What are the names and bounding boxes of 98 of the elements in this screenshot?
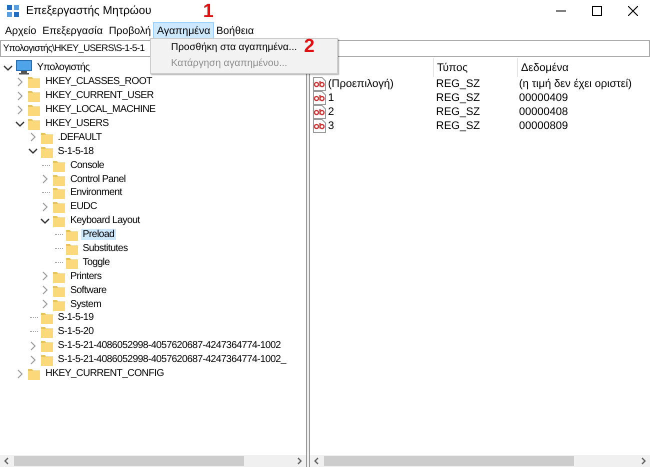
tree-item[interactable]: System [68, 298, 104, 310]
tree-item[interactable]: Software [68, 284, 108, 296]
tree-item[interactable]: Printers [68, 270, 104, 282]
folder-icon [40, 130, 53, 144]
folder-icon [53, 284, 66, 297]
table-cell-text: REG_SZ [435, 92, 482, 104]
expand-chevron-icon[interactable] [40, 174, 50, 184]
folder-icon [66, 256, 78, 269]
expand-chevron-icon[interactable] [15, 104, 26, 115]
window-title: Επεξεργαστής Μητρώου [26, 4, 152, 16]
menu-item[interactable]: Βοήθεια [213, 22, 257, 38]
expand-chevron-icon[interactable] [28, 340, 38, 351]
folder-icon [53, 298, 66, 311]
expand-chevron-icon[interactable] [40, 271, 50, 282]
tree-item[interactable]: HKEY_CURRENT_CONFIG [43, 368, 166, 380]
collapse-chevron-icon[interactable] [3, 62, 13, 73]
string-value-icon [313, 119, 326, 133]
string-value-icon [313, 91, 326, 105]
folder-icon [53, 270, 66, 283]
tree-item[interactable]: S-1-5-19 [56, 312, 96, 324]
folder-icon [28, 103, 40, 116]
annotation-number: 2 [304, 38, 315, 55]
tree-item[interactable]: S-1-5-18 [56, 146, 96, 157]
expand-chevron-icon[interactable] [40, 299, 50, 310]
table-cell: 3 [328, 120, 334, 132]
tree-item[interactable]: Υπολογιστής [35, 62, 92, 74]
folder-icon [53, 158, 66, 172]
tree-item[interactable]: S-1-5-21-4086052998-4057620687-4247364774-1002 [56, 340, 283, 352]
string-value-icon [313, 105, 326, 119]
scroll-right-icon[interactable] [295, 457, 303, 465]
close-icon[interactable] [628, 6, 638, 16]
tree-item[interactable]: Environment [68, 187, 124, 198]
expand-chevron-icon[interactable] [40, 285, 50, 296]
registry-icon [6, 4, 20, 18]
menu-item[interactable]: Αρχείο [2, 22, 40, 38]
menu-item[interactable]: Αγαπημένα [154, 22, 214, 38]
menu-item[interactable]: Επεξεργασία [39, 22, 106, 38]
annotation-number: 1 [203, 3, 214, 20]
tree-item[interactable]: Console [68, 160, 106, 171]
table-cell-text: 00000409 [518, 92, 569, 104]
tree-item[interactable]: S-1-5-20 [56, 326, 96, 338]
tree-item[interactable]: Control Panel [68, 174, 128, 185]
collapse-chevron-icon[interactable] [28, 146, 38, 156]
folder-icon [40, 311, 53, 324]
folder-icon [40, 339, 53, 352]
table-cell: 1 [328, 92, 334, 104]
tree-item[interactable]: Toggle [80, 256, 112, 268]
table-cell-text: (η τιμή δεν έχει οριστεί) [518, 78, 633, 90]
folder-icon [53, 172, 66, 186]
column-header[interactable]: Δεδομένα [517, 58, 650, 77]
tree-item[interactable]: EUDC [68, 201, 99, 212]
scroll-right-icon[interactable] [639, 457, 647, 465]
folder-icon [28, 117, 40, 130]
folder-icon [66, 228, 78, 242]
table-cell-text: REG_SZ [435, 120, 482, 132]
horizontal-scrollbar[interactable] [310, 455, 650, 467]
folder-icon [28, 367, 40, 380]
folder-icon [53, 200, 66, 214]
table-cell: (Προεπιλογή) [328, 78, 394, 90]
horizontal-scrollbar[interactable] [0, 455, 306, 467]
folder-icon [40, 144, 53, 158]
scroll-left-icon[interactable] [3, 457, 11, 465]
menu-item[interactable]: Προσθήκη στα αγαπημένα... [151, 40, 300, 56]
string-value-icon [313, 77, 326, 91]
table-cell-text: 00000809 [518, 120, 569, 132]
column-header[interactable]: Τύπος [433, 58, 517, 77]
table-cell-text: REG_SZ [435, 78, 482, 90]
expand-chevron-icon[interactable] [15, 90, 26, 101]
folder-icon [53, 214, 66, 228]
maximize-icon[interactable] [592, 6, 602, 16]
table-cell: 2 [328, 106, 334, 118]
tree-item[interactable]: HKEY_CLASSES_ROOT [43, 76, 154, 88]
tree-item[interactable]: Keyboard Layout [68, 215, 142, 226]
collapse-chevron-icon[interactable] [15, 118, 26, 128]
collapse-chevron-icon[interactable] [40, 216, 50, 226]
tree-item[interactable]: HKEY_CURRENT_USER [43, 90, 156, 102]
expand-chevron-icon[interactable] [28, 354, 38, 365]
expand-chevron-icon[interactable] [15, 368, 26, 379]
tree-item[interactable]: S-1-5-21-4086052998-4057620687-4247364774-1002_ [56, 354, 288, 366]
folder-icon [28, 75, 40, 88]
expand-chevron-icon[interactable] [40, 202, 50, 212]
scroll-left-icon[interactable] [313, 457, 321, 465]
menu-item[interactable]: Προβολή [106, 22, 154, 38]
tree-item[interactable]: Substitutes [80, 243, 130, 254]
folder-icon [40, 353, 53, 366]
expand-chevron-icon[interactable] [15, 76, 26, 87]
expand-chevron-icon[interactable] [28, 132, 38, 142]
table-cell-text: 00000408 [518, 106, 569, 118]
computer-icon [16, 60, 32, 76]
tree-item[interactable]: .DEFAULT [56, 132, 104, 143]
tree-item[interactable]: HKEY_USERS [43, 118, 111, 129]
folder-icon [40, 325, 53, 338]
folder-icon [28, 89, 40, 102]
folder-icon [53, 186, 66, 200]
table-cell-text: REG_SZ [435, 106, 482, 118]
folder-icon [66, 242, 78, 256]
tree-item[interactable]: HKEY_LOCAL_MACHINE [43, 104, 158, 116]
tree-item[interactable]: Preload [80, 229, 116, 240]
